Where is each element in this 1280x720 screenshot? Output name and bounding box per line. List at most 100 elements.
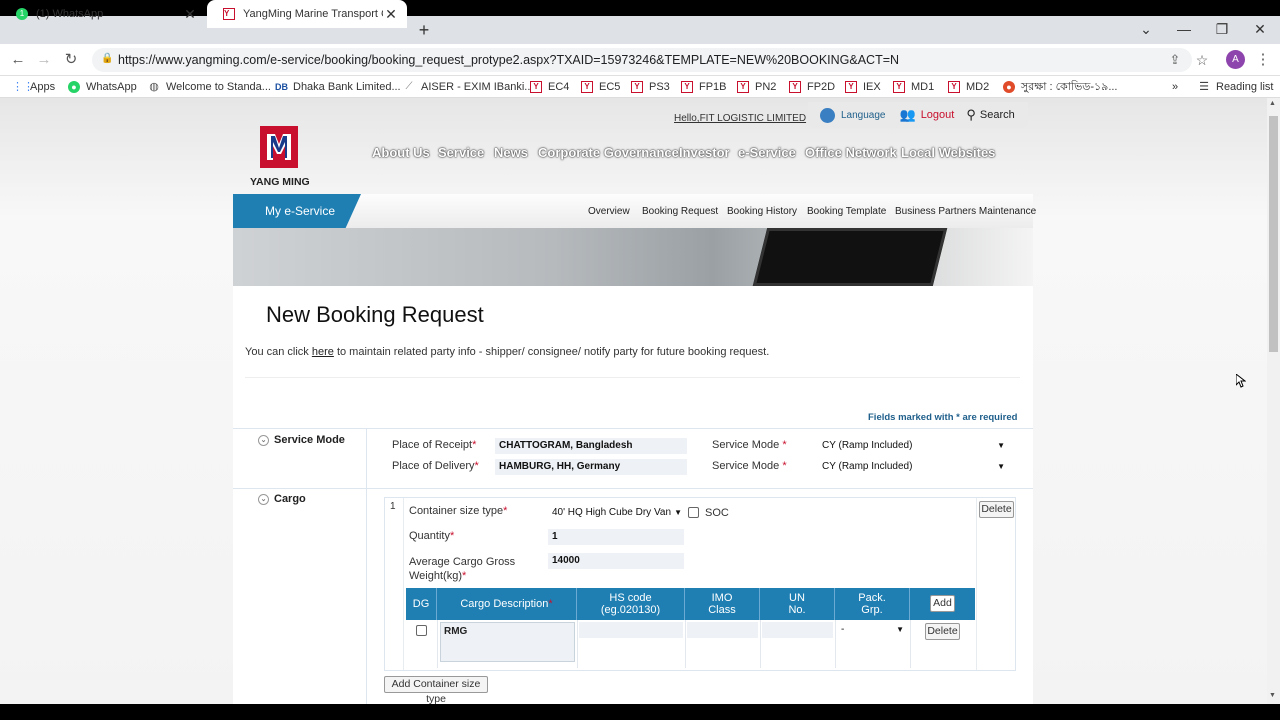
cargo-row-number: 1: [390, 501, 396, 512]
dg-checkbox[interactable]: [416, 625, 427, 636]
bookmark-iex[interactable]: Y IEX: [845, 76, 881, 98]
yangming-logo[interactable]: [260, 126, 298, 168]
scroll-down-icon[interactable]: ▼: [1269, 692, 1276, 699]
nav-e-service[interactable]: e-Service: [738, 145, 796, 160]
nav-corporate-governance[interactable]: Corporate Governance: [538, 145, 679, 160]
chevron-down-icon: ▼: [997, 462, 1005, 471]
surokkha-icon: ●: [1003, 81, 1015, 93]
bookmark-dhaka-bank[interactable]: DB Dhaka Bank Limited...: [275, 76, 401, 98]
profile-avatar[interactable]: A: [1226, 50, 1245, 69]
bookmark-surokkha[interactable]: ● সুরক্ষা : কোভিড-১৯...: [1003, 76, 1117, 98]
yangming-favicon-icon: Y: [581, 81, 593, 93]
forward-icon[interactable]: →: [31, 44, 57, 76]
nav-investor[interactable]: Investor: [679, 145, 730, 160]
un-no-input[interactable]: [762, 622, 833, 638]
bookmark-fp1b[interactable]: Y FP1B: [681, 76, 727, 98]
bookmark-star-icon[interactable]: ☆: [1189, 44, 1215, 76]
close-window-icon[interactable]: ✕: [1242, 16, 1278, 44]
tab-search-chevron-icon[interactable]: ⌄: [1128, 16, 1164, 44]
bookmark-fp2d[interactable]: Y FP2D: [789, 76, 835, 98]
section-label: Cargo: [274, 493, 306, 505]
place-of-delivery-input[interactable]: HAMBURG, HH, Germany: [495, 459, 687, 475]
close-tab-icon[interactable]: ✕: [383, 6, 399, 23]
yangming-favicon-icon: Y: [530, 81, 542, 93]
scroll-up-icon[interactable]: ▲: [1269, 100, 1276, 107]
user-greeting[interactable]: Hello,FIT LOGISTIC LIMITED: [674, 113, 806, 124]
bookmark-md1[interactable]: Y MD1: [893, 76, 934, 98]
header-text: Cargo Description: [460, 598, 549, 610]
delivery-service-mode-select[interactable]: CY (Ramp Included) ▼: [818, 459, 1008, 475]
pack-grp-select[interactable]: - ▼: [837, 622, 907, 638]
tab-yangming[interactable]: Y YangMing Marine Transport Corp ✕: [207, 0, 407, 28]
bookmark-label: IEX: [863, 81, 881, 93]
new-tab-icon[interactable]: +: [414, 16, 434, 44]
subnav-booking-template[interactable]: Booking Template: [807, 206, 886, 217]
scrollbar-thumb[interactable]: [1269, 116, 1278, 352]
nav-about-us[interactable]: About Us: [372, 145, 430, 160]
nav-news[interactable]: News: [494, 145, 528, 160]
screen-bottom-edge: [0, 704, 1280, 720]
more-bookmarks-icon[interactable]: »: [1172, 76, 1178, 98]
bookmark-md2[interactable]: Y MD2: [948, 76, 989, 98]
bookmark-apps[interactable]: ⋮⋮ Apps: [12, 76, 55, 98]
bookmark-aiser[interactable]: ⟋ AISER - EXIM IBanki...: [403, 76, 534, 98]
bookmark-ps3[interactable]: Y PS3: [631, 76, 670, 98]
select-value: CY (Ramp Included): [822, 461, 913, 472]
bookmark-ec4[interactable]: Y EC4: [530, 76, 569, 98]
add-container-size-button[interactable]: Add Container size type: [384, 676, 488, 705]
delete-container-button[interactable]: Delete: [979, 501, 1014, 518]
nav-service[interactable]: Service: [438, 145, 484, 160]
yangming-favicon-icon: Y: [789, 81, 801, 93]
quantity-input[interactable]: 1: [548, 529, 684, 545]
language-link[interactable]: Language: [841, 110, 886, 121]
receipt-service-mode-select[interactable]: CY (Ramp Included) ▼: [818, 438, 1008, 454]
cargo-description-textarea[interactable]: RMG: [440, 622, 575, 662]
yangming-favicon-icon: Y: [737, 81, 749, 93]
container-size-select[interactable]: 40' HQ High Cube Dry Van ▼: [548, 505, 685, 521]
required-asterisk: *: [782, 439, 787, 451]
tab-whatsapp[interactable]: 1 (1) WhatsApp ✕: [0, 0, 206, 28]
place-of-receipt-input[interactable]: CHATTOGRAM, Bangladesh: [495, 438, 687, 454]
share-icon[interactable]: ⇪: [1162, 44, 1188, 76]
service-mode-section-title[interactable]: ⌄ Service Mode: [258, 434, 345, 446]
subnav-overview[interactable]: Overview: [588, 206, 630, 217]
label-text: Service Mode: [712, 439, 780, 451]
nav-local-websites[interactable]: Local Websites: [901, 145, 995, 160]
delete-cargo-row-button[interactable]: Delete: [925, 623, 960, 640]
url-input[interactable]: 🔒 https://www.yangming.com/e-service/boo…: [92, 48, 1192, 72]
divider: [366, 429, 367, 704]
reading-list[interactable]: ☰ Reading list: [1198, 76, 1273, 98]
soc-label: SOC: [705, 507, 729, 519]
nav-office-network[interactable]: Office Network: [805, 145, 897, 160]
col-imo-class: IMO Class: [685, 588, 760, 620]
subnav-booking-request[interactable]: Booking Request: [642, 206, 718, 217]
search-link[interactable]: Search: [980, 109, 1015, 121]
close-tab-icon[interactable]: ✕: [182, 6, 198, 23]
bookmark-standard[interactable]: ◍ Welcome to Standa...: [148, 76, 271, 98]
browser-menu-icon[interactable]: ⋮: [1250, 44, 1276, 76]
url-text: https://www.yangming.com/e-service/booki…: [118, 53, 900, 67]
bookmark-whatsapp[interactable]: ● WhatsApp: [68, 76, 137, 98]
hs-code-input[interactable]: [579, 622, 683, 638]
cargo-section-title[interactable]: ⌄ Cargo: [258, 493, 306, 505]
restore-icon[interactable]: ❐: [1204, 16, 1240, 44]
subnav-booking-history[interactable]: Booking History: [727, 206, 797, 217]
here-link[interactable]: here: [312, 346, 334, 358]
bookmark-pn2[interactable]: Y PN2: [737, 76, 776, 98]
back-icon[interactable]: ←: [5, 44, 31, 76]
col-dg: DG: [406, 588, 437, 620]
my-eservice-tab[interactable]: My e-Service: [233, 194, 361, 228]
add-cargo-row-button[interactable]: Add: [930, 595, 955, 612]
minimize-icon[interactable]: —: [1166, 16, 1202, 44]
bookmark-label: Apps: [30, 81, 56, 93]
subnav-business-partners[interactable]: Business Partners Maintenance: [895, 206, 1036, 217]
logout-link[interactable]: Logout: [921, 109, 955, 121]
header-text: UN: [789, 592, 805, 604]
soc-checkbox[interactable]: [688, 507, 699, 518]
bookmark-ec5[interactable]: Y EC5: [581, 76, 620, 98]
header-text: Pack.: [858, 592, 886, 604]
weight-input[interactable]: 14000: [548, 553, 684, 569]
imo-class-input[interactable]: [687, 622, 758, 638]
reload-icon[interactable]: ↻: [58, 44, 84, 76]
tab-title: YangMing Marine Transport Corp: [243, 8, 383, 20]
